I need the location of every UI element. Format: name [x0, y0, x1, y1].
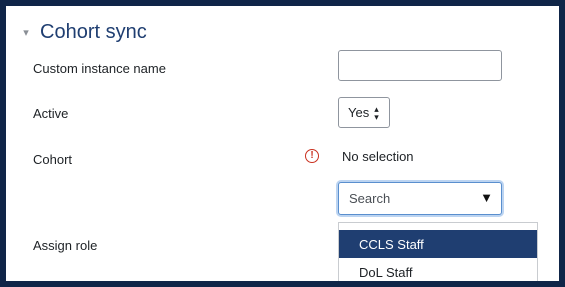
select-arrows-icon: ▴ ▾ — [374, 103, 379, 122]
form-frame: ▾ Cohort sync Custom instance name Activ… — [0, 0, 565, 287]
cohort-options-listbox: CCLS Staff DoL Staff — [338, 222, 538, 281]
section-header-cohort-sync[interactable]: ▾ Cohort sync — [18, 16, 147, 48]
cohort-option-dol-staff[interactable]: DoL Staff — [339, 258, 537, 281]
active-select-value: Yes — [348, 105, 370, 120]
instance-name-input[interactable] — [338, 50, 502, 81]
cohort-search-box[interactable]: ▼ — [338, 182, 502, 215]
cohort-selection-status: No selection — [342, 149, 414, 164]
collapse-chevron-icon[interactable]: ▾ — [18, 24, 34, 40]
required-icon: ! — [305, 149, 319, 163]
active-select[interactable]: Yes ▴ ▾ — [338, 97, 390, 128]
dropdown-caret-icon[interactable]: ▼ — [480, 190, 493, 205]
active-label: Active — [33, 106, 69, 121]
assign-role-label: Assign role — [33, 238, 98, 253]
cohort-search-input[interactable] — [349, 191, 459, 206]
instance-name-label: Custom instance name — [33, 61, 166, 76]
cohort-option-ccls-staff[interactable]: CCLS Staff — [339, 230, 537, 258]
cohort-label: Cohort — [33, 152, 73, 167]
section-title: Cohort sync — [40, 20, 147, 43]
